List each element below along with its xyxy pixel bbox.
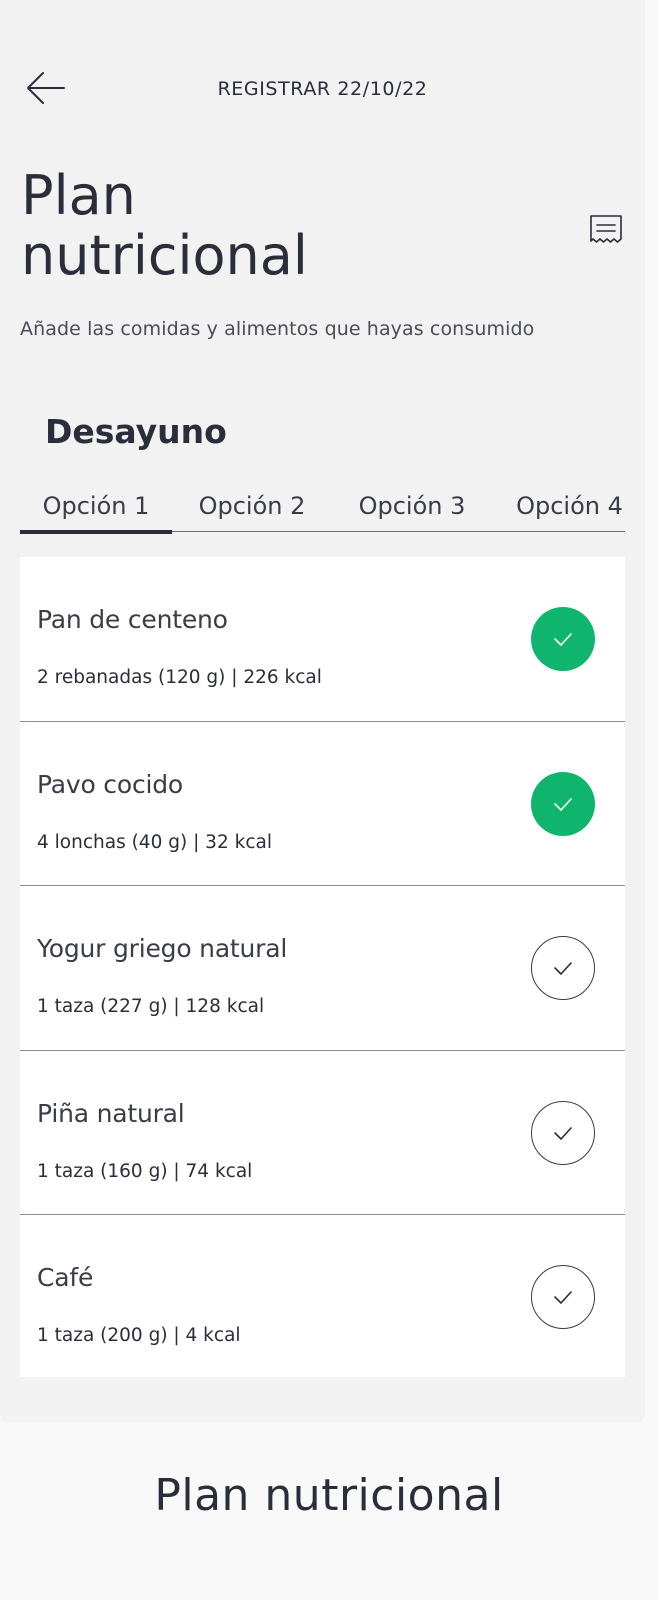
page-title-line1: Plan bbox=[21, 164, 136, 227]
check-toggle[interactable] bbox=[531, 607, 595, 671]
check-icon bbox=[554, 1126, 572, 1140]
tab-option-1[interactable]: Opción 1 bbox=[20, 486, 172, 530]
active-tab-indicator bbox=[20, 530, 172, 534]
food-item-detail: 1 taza (200 g) | 4 kcal bbox=[37, 1325, 241, 1346]
food-item: Yogur griego natural 1 taza (227 g) | 12… bbox=[20, 886, 625, 1051]
check-toggle[interactable] bbox=[531, 936, 595, 1000]
page-title-line2: nutricional bbox=[21, 224, 308, 287]
page-subtitle: Añade las comidas y alimentos que hayas … bbox=[20, 318, 535, 340]
receipt-icon bbox=[590, 215, 622, 243]
food-item-name: Yogur griego natural bbox=[37, 934, 288, 963]
page-title: Plan nutricional bbox=[21, 166, 441, 286]
food-item-name: Pavo cocido bbox=[37, 769, 184, 799]
header-title: REGISTRAR 22/10/22 bbox=[217, 78, 428, 100]
food-item-detail: 1 taza (227 g) | 128 kcal bbox=[37, 996, 265, 1017]
tab-option-4[interactable]: Opción 4 bbox=[492, 486, 647, 530]
meal-title: Desayuno bbox=[45, 412, 227, 451]
check-toggle[interactable] bbox=[531, 1100, 595, 1165]
check-toggle[interactable] bbox=[531, 1265, 595, 1329]
food-item: Café 1 taza (200 g) | 4 kcal bbox=[20, 1215, 625, 1377]
tab-option-2[interactable]: Opción 2 bbox=[172, 486, 332, 530]
notes-button[interactable] bbox=[589, 214, 623, 244]
check-icon bbox=[554, 633, 572, 646]
option-tabs: Opción 1 Opción 2 Opción 3 Opción 4 bbox=[20, 486, 625, 534]
app-screen: REGISTRAR 22/10/22 Plan nutricional Añad… bbox=[0, 0, 645, 1422]
tab-option-3[interactable]: Opción 3 bbox=[332, 486, 492, 530]
food-item-detail: 1 taza (160 g) | 74 kcal bbox=[37, 1160, 253, 1182]
food-item-detail: 2 rebanadas (120 g) | 226 kcal bbox=[37, 667, 322, 688]
screen-caption: Plan nutricional bbox=[154, 1470, 504, 1521]
food-item-name: Piña natural bbox=[37, 1098, 185, 1128]
food-list: Pan de centeno 2 rebanadas (120 g) | 226… bbox=[20, 557, 625, 1377]
food-item-detail: 4 lonchas (40 g) | 32 kcal bbox=[37, 831, 272, 853]
check-icon bbox=[554, 962, 572, 975]
food-item-name: Pan de centeno bbox=[37, 605, 228, 634]
food-item-name: Café bbox=[37, 1263, 94, 1292]
food-item: Pan de centeno 2 rebanadas (120 g) | 226… bbox=[20, 557, 625, 722]
check-icon bbox=[554, 797, 572, 811]
food-item: Pavo cocido 4 lonchas (40 g) | 32 kcal bbox=[20, 722, 625, 886]
check-icon bbox=[554, 1291, 572, 1304]
check-toggle[interactable] bbox=[531, 771, 595, 836]
food-item: Piña natural 1 taza (160 g) | 74 kcal bbox=[20, 1051, 625, 1215]
